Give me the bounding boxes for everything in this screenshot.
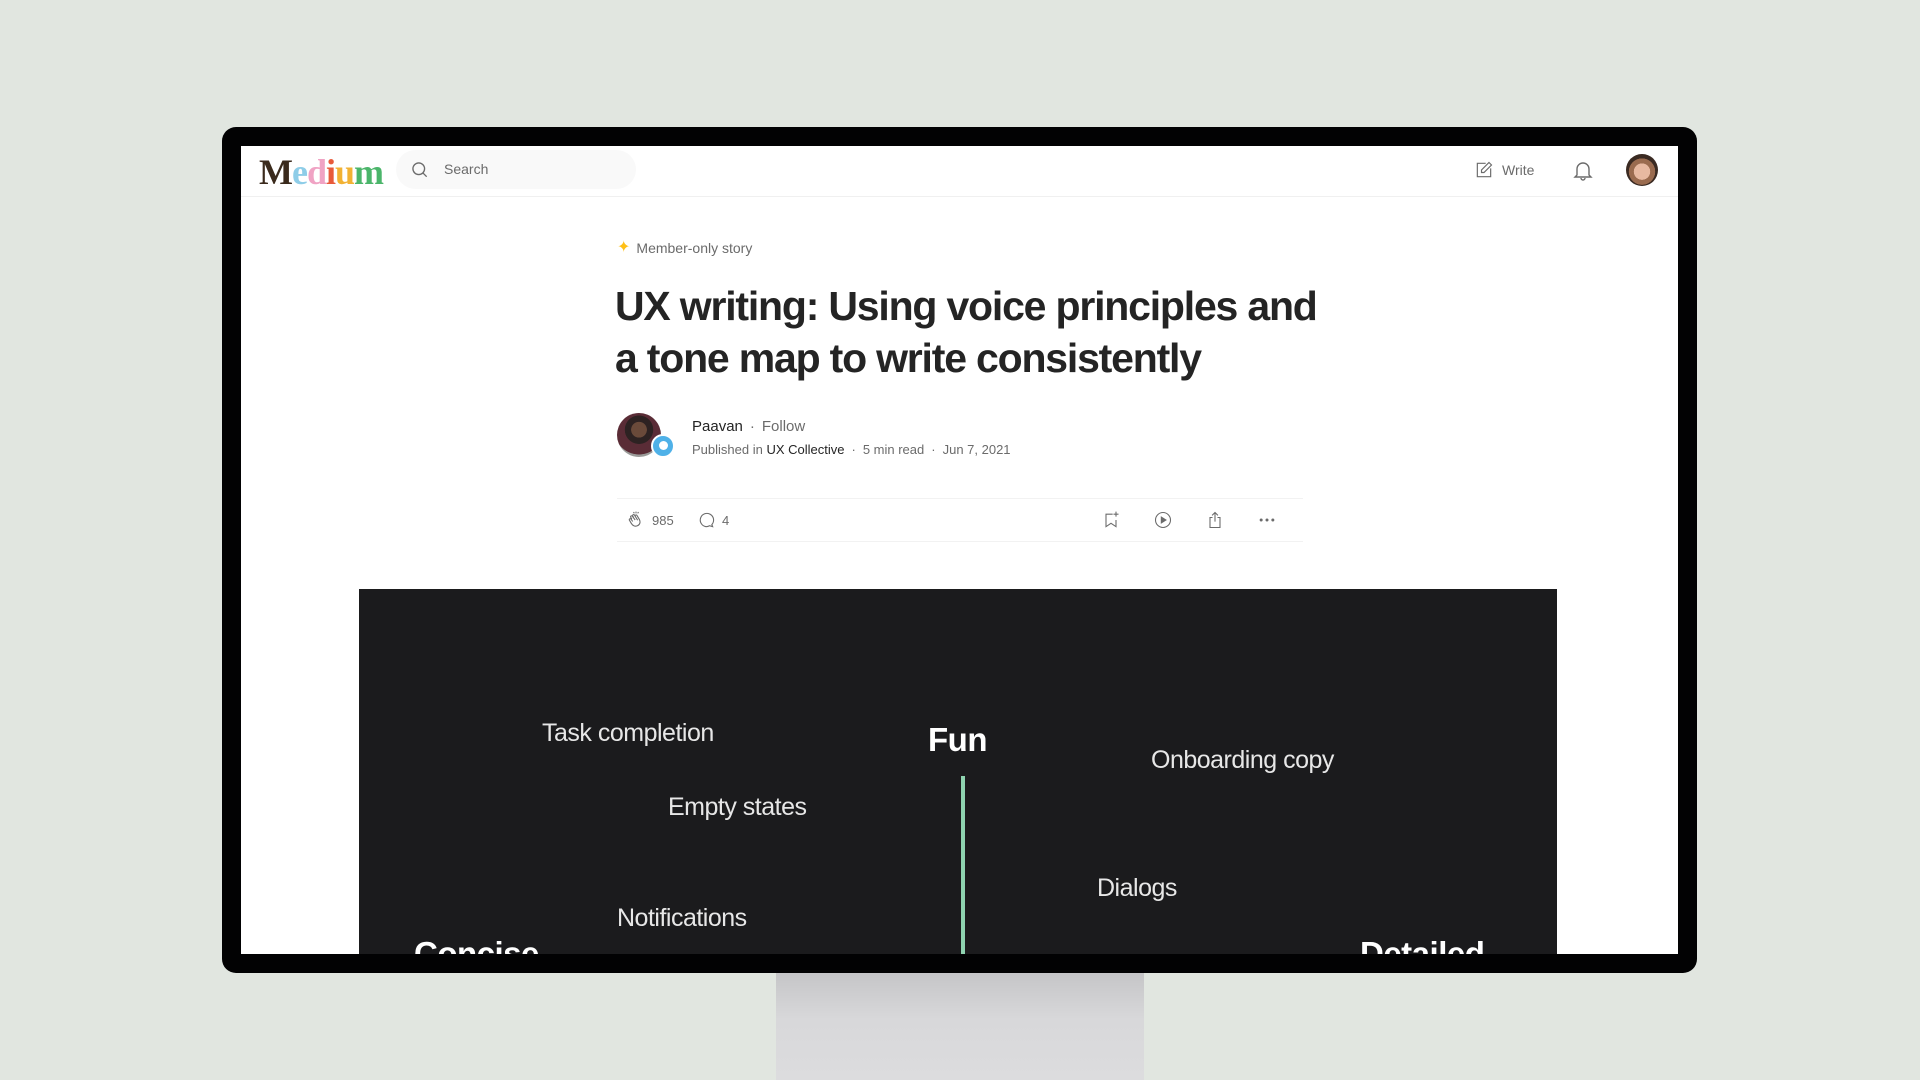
label-detailed: Detailed [1360,935,1485,954]
label-concise: Concise [414,935,539,954]
member-only-label: Member-only story [636,240,753,256]
member-only-badge: ✦ Member-only story [617,239,753,257]
search-icon [412,162,428,178]
bell-icon[interactable] [1571,158,1595,182]
separator-dot: · [749,418,755,435]
play-icon [1154,511,1172,529]
publication-link[interactable]: UX Collective [766,442,844,457]
monitor-stand [776,970,1144,1080]
label-notifications: Notifications [617,904,747,932]
star-icon: ✦ [617,239,631,256]
response-count: 4 [722,512,730,528]
bookmark-add-icon [1105,511,1119,528]
user-avatar[interactable] [1626,154,1658,186]
write-button[interactable]: Write [1474,158,1534,182]
responses-button[interactable]: 4 [696,510,729,530]
publish-date: Jun 7, 2021 [942,442,1011,457]
comment-icon [699,512,715,528]
share-icon [1209,511,1221,529]
browser-screen: Medium Search Write ✦ Member-only story … [241,146,1678,954]
publication-avatar[interactable] [651,434,675,458]
follow-button[interactable]: Follow [762,418,805,435]
article-action-bar: 985 4 [617,498,1303,542]
listen-button[interactable] [1153,510,1173,530]
label-onboarding-copy: Onboarding copy [1151,746,1334,774]
author-name[interactable]: Paavan [692,418,743,435]
write-icon [1476,161,1493,178]
publication-row: Published in UX Collective · 5 min read … [692,442,1011,457]
author-row: Paavan · Follow [692,418,805,435]
label-dialogs: Dialogs [1097,874,1177,902]
write-label: Write [1502,162,1535,178]
medium-logo[interactable]: Medium [259,152,384,192]
search-box[interactable]: Search [396,150,636,189]
read-time: 5 min read [862,442,925,457]
tone-map-image: Task completion Fun Onboarding copy Empt… [359,589,1557,954]
separator-dot: · [851,442,856,457]
more-icon [1259,518,1275,522]
label-empty-states: Empty states [668,793,807,821]
clap-button[interactable]: 985 [626,510,674,530]
label-fun: Fun [928,721,987,758]
published-in-label: Published in [692,442,763,457]
more-options-button[interactable] [1257,510,1277,530]
article-title: UX writing: Using voice principles and a… [615,283,1318,381]
clap-icon [628,511,641,527]
separator-dot: · [931,442,936,457]
search-input[interactable]: Search [444,161,488,177]
clap-count: 985 [652,512,674,528]
top-navigation-bar: Medium Search Write [241,146,1678,197]
share-button[interactable] [1205,510,1225,530]
label-task-completion: Task completion [542,719,714,747]
tone-axis-line [961,776,965,954]
save-button[interactable] [1101,510,1121,530]
